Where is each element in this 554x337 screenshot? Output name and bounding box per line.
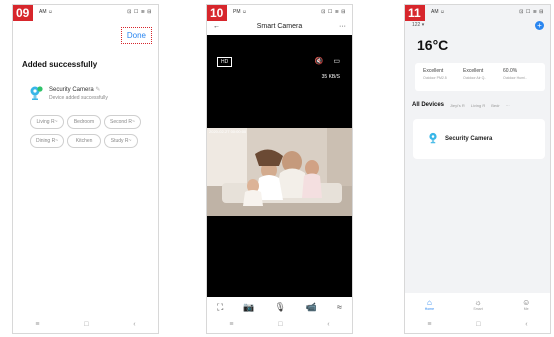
live-video-feed [207,128,352,216]
phone-screen-added: 09 AM ☺ ⊡ ☐ ≋ ⊟ Done Added successfully … [12,4,159,334]
status-icons: ⊡ ☐ ≋ ⊟ [127,9,152,15]
android-nav-bar: ≡ □ ‹ [207,315,352,333]
bitrate-readout: 35 KB/S [321,74,340,80]
room-tabs: All Devices Jieyi's R Living R Bedr ··· [412,102,546,108]
top-bar: ← Smart Camera ··· [207,17,352,35]
mute-fullscreen-icons[interactable]: 🔇 ▭ [315,57,344,65]
hd-toggle[interactable]: HD [217,57,233,67]
profile-tab-icon: ☺ [522,297,531,307]
add-device-icon[interactable]: + [535,21,544,30]
status-icons: ⊡ ☐ ≋ ⊟ [321,9,346,15]
weather-item: Excellent Outdoor PM2.5 [423,68,447,80]
room-chip[interactable]: Kitchen [67,134,102,148]
back-icon[interactable]: ‹ [327,321,329,328]
status-icons: ⊡ ☐ ≋ ⊟ [519,9,544,15]
screenshot-icon[interactable]: ⛶ [217,302,223,313]
room-chip[interactable]: Study R~ [104,134,139,148]
bottom-tab-bar: ⌂ Home ☼ Smart ☺ Me [405,293,550,315]
done-button[interactable]: Done [120,27,152,44]
smart-tab-icon: ☼ [474,297,482,307]
back-icon[interactable]: ‹ [525,321,527,328]
expand-icon[interactable]: ≈ [337,302,342,312]
phone-screen-live-view: PM ☺ ⊡ ☐ ≋ ⊟ 10 ← Smart Camera ··· HD 🔇 … [206,4,353,334]
tab-room[interactable]: Bedr [491,103,499,108]
tab-room[interactable]: Living R [471,103,485,108]
weather-item: Excellent Outdoor Air Q.. [463,68,487,80]
weather-item: 60.0% Outdoor Humi.. [503,68,527,80]
home-icon[interactable]: □ [84,321,88,328]
device-name: Security Camera ✎ [49,87,101,93]
status-time: AM ☺ [431,9,445,15]
tab-all-devices[interactable]: All Devices [412,102,444,108]
room-chip[interactable]: Bedroom [67,115,101,129]
step-number: 09 [13,5,34,21]
more-icon[interactable]: ··· [506,103,510,108]
android-nav-bar: ≡ □ ‹ [13,315,158,333]
camera-icon [429,132,437,144]
screen-title: Smart Camera [256,22,303,30]
back-icon[interactable]: ‹ [133,321,135,328]
device-status: Device added successfully [49,95,108,101]
phone-screen-home: 11 AM ☺ ⊡ ☐ ≋ ⊟ 122 ▾ + 16°C Excellent O… [404,4,551,334]
home-selector[interactable]: 122 ▾ [412,22,424,28]
room-chip[interactable]: Living R~ [30,115,64,129]
camera-toolbar: ⛶ 📷 🎙 📹 ≈ [207,297,352,317]
tab-home[interactable]: ⌂ Home [425,298,434,311]
room-chip[interactable]: Dining R~ [30,134,65,148]
step-number: 11 [405,5,425,21]
home-tab-icon: ⌂ [426,297,432,307]
home-icon[interactable]: □ [278,321,282,328]
video-timestamp: 2020-02-27 00:00:00 [209,129,247,134]
status-bar: PM ☺ ⊡ ☐ ≋ ⊟ [207,5,352,17]
temperature: 16°C [417,37,449,53]
menu-icon[interactable]: ≡ [427,321,431,328]
photo-camera-icon[interactable]: 📷 [243,302,254,313]
room-chips: Living R~ Bedroom Second R~ Dining R~ Ki… [30,115,150,148]
back-arrow-icon[interactable]: ← [213,23,220,30]
tab-me[interactable]: ☺ Me [522,298,530,311]
status-time: PM ☺ [233,9,247,15]
edit-icon[interactable]: ✎ [95,87,100,93]
camera-icon [30,86,43,100]
status-time: AM ☺ [39,9,53,15]
android-nav-bar: ≡ □ ‹ [405,315,550,333]
tab-smart[interactable]: ☼ Smart [473,298,482,311]
step-number: 10 [207,5,228,21]
weather-card: Excellent Outdoor PM2.5 Excellent Outdoo… [415,63,545,91]
microphone-icon[interactable]: 🎙 [274,302,285,313]
tab-room[interactable]: Jieyi's R [450,103,465,108]
device-card[interactable]: Security Camera [413,119,545,159]
more-icon[interactable]: ··· [339,23,346,30]
room-chip[interactable]: Second R~ [104,115,141,129]
home-icon[interactable]: □ [476,321,480,328]
record-video-icon[interactable]: 📹 [306,302,317,313]
menu-icon[interactable]: ≡ [229,321,233,328]
menu-icon[interactable]: ≡ [35,321,39,328]
device-card-name: Security Camera [445,136,493,142]
page-title: Added successfully [22,60,98,69]
